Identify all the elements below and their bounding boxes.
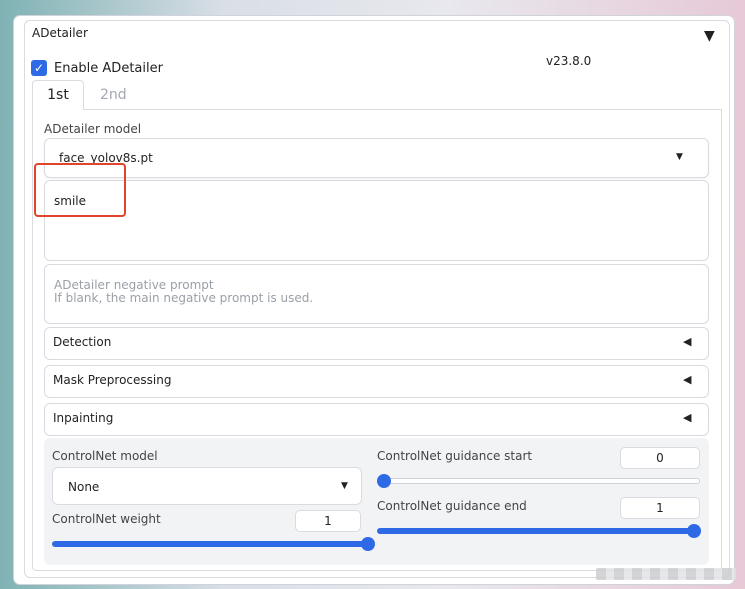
- negative-prompt-placeholder: ADetailer negative prompt: [54, 278, 214, 292]
- highlight-box: [34, 163, 126, 217]
- model-label: ADetailer model: [44, 122, 142, 136]
- enable-checkbox[interactable]: ✓: [31, 60, 47, 76]
- accordion-detection[interactable]: [44, 327, 709, 360]
- chevron-down-icon: ▼: [676, 152, 683, 162]
- tab-2nd[interactable]: 2nd: [100, 87, 127, 103]
- controlnet-weight-track[interactable]: [52, 541, 368, 547]
- controlnet-model-label: ControlNet model: [52, 449, 158, 463]
- controlnet-weight-input[interactable]: 1: [295, 510, 361, 532]
- controlnet-guidance-end-label: ControlNet guidance end: [377, 499, 527, 513]
- version-label: v23.8.0: [546, 54, 592, 68]
- controlnet-guidance-end-slider-handle[interactable]: [687, 524, 701, 538]
- controlnet-weight-slider-handle[interactable]: [361, 537, 375, 551]
- tab-divider: [84, 109, 722, 110]
- panel-title: ADetailer: [32, 26, 88, 40]
- accordion-detection-label: Detection: [53, 335, 112, 349]
- controlnet-guidance-end-track[interactable]: [377, 528, 699, 534]
- controlnet-guidance-start-input[interactable]: 0: [620, 447, 700, 469]
- watermark: [596, 568, 736, 580]
- tab-1st[interactable]: 1st: [32, 80, 84, 110]
- triangle-left-icon: ◀: [683, 373, 692, 386]
- controlnet-guidance-start-slider-handle[interactable]: [377, 474, 391, 488]
- prompt-textarea[interactable]: [44, 180, 709, 261]
- triangle-left-icon: ◀: [683, 411, 692, 424]
- accordion-inpainting-label: Inpainting: [53, 411, 114, 425]
- controlnet-weight-label: ControlNet weight: [52, 512, 161, 526]
- triangle-left-icon: ◀: [683, 335, 692, 348]
- enable-label[interactable]: Enable ADetailer: [54, 61, 163, 76]
- controlnet-guidance-start-label: ControlNet guidance start: [377, 449, 533, 463]
- negative-prompt-placeholder-hint: If blank, the main negative prompt is us…: [54, 291, 314, 305]
- controlnet-guidance-end-input[interactable]: 1: [620, 497, 700, 519]
- collapse-icon[interactable]: ▼: [704, 28, 715, 44]
- accordion-inpainting[interactable]: [44, 403, 709, 436]
- chevron-down-icon: ▼: [341, 481, 348, 491]
- accordion-mask-label: Mask Preprocessing: [53, 373, 172, 387]
- controlnet-guidance-start-track[interactable]: [380, 478, 700, 484]
- controlnet-model-value: None: [68, 480, 100, 494]
